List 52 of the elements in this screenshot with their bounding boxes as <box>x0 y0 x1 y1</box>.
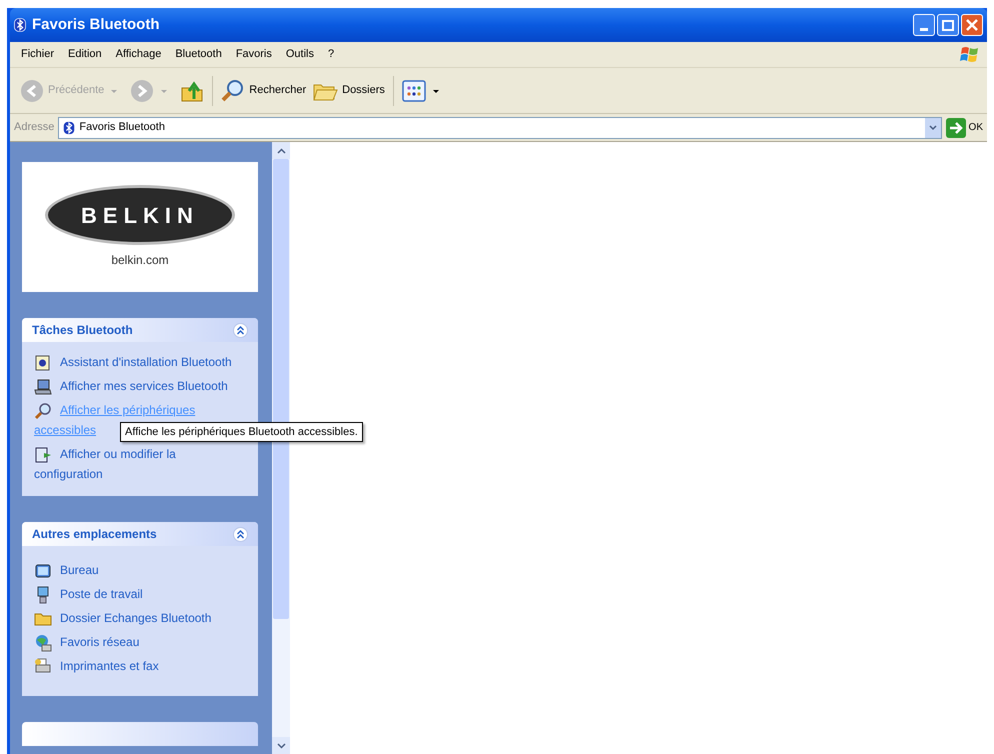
close-button[interactable] <box>961 14 983 36</box>
task-link[interactable]: Assistant d'installation Bluetooth <box>34 352 244 372</box>
task-link[interactable]: Imprimantes et fax <box>34 656 244 676</box>
search-icon <box>34 402 52 420</box>
network-icon <box>34 634 52 652</box>
task-link[interactable]: Dossier Echanges Bluetooth <box>34 608 244 628</box>
menu-item[interactable]: Bluetooth <box>168 46 229 63</box>
menu-item[interactable]: Fichier <box>14 46 62 63</box>
panel-title: Autres emplacements <box>32 526 157 543</box>
config-icon <box>34 446 52 464</box>
scroll-down-button[interactable] <box>272 737 290 754</box>
minimize-button[interactable] <box>913 14 935 36</box>
address-field[interactable]: Favoris Bluetooth <box>58 116 942 138</box>
address-label: Adresse <box>14 120 54 136</box>
chevron-down-icon <box>276 742 286 748</box>
collapse-icon[interactable] <box>233 526 248 542</box>
maximize-button[interactable] <box>937 14 959 36</box>
menu-item[interactable]: Favoris <box>228 46 279 63</box>
tooltip: Affiche les périphériques Bluetooth accessibles. <box>120 422 363 442</box>
search-button[interactable]: Rechercher <box>219 74 308 106</box>
scroll-up-button[interactable] <box>272 142 290 159</box>
laptop-icon <box>34 378 52 396</box>
views-icon <box>402 80 426 102</box>
menu-item[interactable]: Outils <box>278 46 321 63</box>
close-icon <box>966 19 978 31</box>
chevron-down-icon <box>928 124 937 130</box>
minimize-icon <box>920 28 928 31</box>
menu-item[interactable]: Affichage <box>108 46 168 63</box>
maximize-icon <box>942 20 954 30</box>
task-link[interactable]: Favoris réseau <box>34 632 244 652</box>
bluetooth-icon <box>14 18 26 32</box>
go-button[interactable]: OK <box>946 118 983 138</box>
window-title: Favoris Bluetooth <box>32 14 160 35</box>
task-link[interactable]: Afficher mes services Bluetooth <box>34 376 244 396</box>
search-icon <box>221 78 246 102</box>
task-link[interactable]: Afficher ou modifier la configuration <box>34 444 244 484</box>
menu-item[interactable]: Edition <box>61 46 109 63</box>
task-link[interactable]: Poste de travail <box>34 584 244 604</box>
folders-button[interactable]: Dossiers <box>310 74 387 106</box>
desktop-icon <box>34 562 52 580</box>
address-dropdown-button[interactable] <box>924 118 941 138</box>
menu-item[interactable]: ? <box>321 46 342 63</box>
task-link[interactable]: Bureau <box>34 560 244 580</box>
brand-logo: BELKIN <box>45 185 235 245</box>
wizard-icon <box>34 354 52 372</box>
bluetooth-icon <box>63 120 76 134</box>
panel-header[interactable]: Autres emplacements <box>22 522 258 546</box>
panel-title: Tâches Bluetooth <box>32 322 133 339</box>
brand-url: belkin.com <box>111 252 169 269</box>
collapse-icon[interactable] <box>233 322 248 338</box>
chevron-up-icon <box>276 148 286 154</box>
panel-header[interactable]: Tâches Bluetooth <box>22 318 258 342</box>
